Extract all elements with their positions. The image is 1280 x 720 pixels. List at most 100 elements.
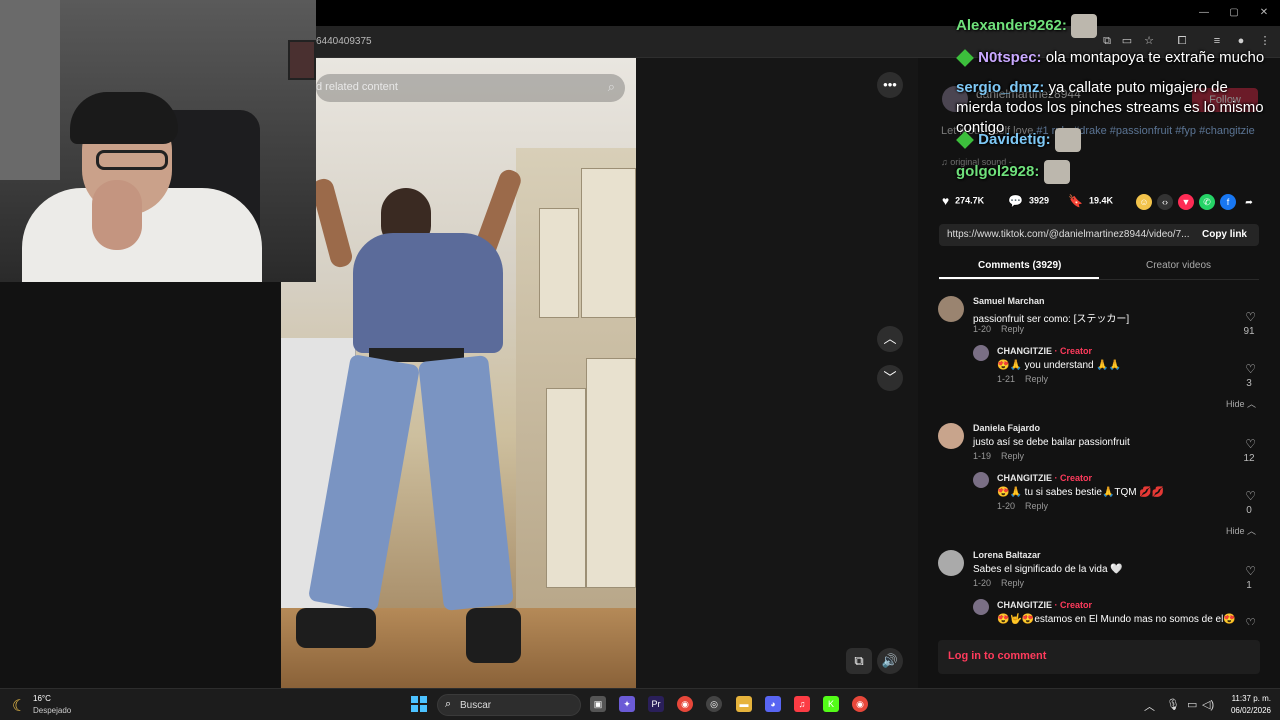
avatar[interactable] [938,423,964,449]
comment-author[interactable]: Lorena Baltazar [973,550,1041,560]
tab-comments[interactable]: Comments (3929) [978,260,1061,271]
music-icon[interactable]: ♫ [794,696,810,712]
dancer-shoe [296,608,376,648]
comment-item: Daniela Fajardo justo así se debe bailar… [938,417,1264,477]
heart-outline-icon[interactable]: ♡ [1245,489,1256,503]
avatar[interactable] [938,296,964,322]
chat-message: Alexander9262: [956,14,1276,38]
comment-text: 😍🤟😍estamos en El Mundo mas no somos de e… [997,614,1236,625]
heart-outline-icon[interactable]: ♡ [1245,437,1256,451]
windows-start-icon[interactable] [411,696,427,712]
login-to-comment-bar[interactable]: Log in to comment [938,640,1260,674]
comment-text: 😍🙏 tu si sabes bestie🙏TQM 💋💋 [997,487,1165,498]
heart-outline-icon[interactable]: ♡ [1245,362,1256,376]
address-url: 6440409375 [316,36,372,47]
network-icon[interactable]: ▭ [1187,698,1197,711]
login-to-comment-link[interactable]: Log in to comment [948,650,1046,662]
comment-like-count: 1 [1246,580,1252,591]
more-options-button[interactable]: ••• [877,72,903,98]
reply-button[interactable]: Reply [1001,324,1024,334]
clock-time[interactable]: 11:37 p. m. [1227,694,1271,703]
taskbar-search[interactable]: ⌕ Buscar [437,694,581,716]
chrome-icon[interactable]: ◉ [677,696,693,712]
discord-icon[interactable]: ◕ [765,696,781,712]
dancer-torso [353,233,503,353]
comment-icon: 💬 [1008,194,1023,208]
comment-author[interactable]: CHANGITZIE · Creator [997,346,1092,356]
next-video-button[interactable]: ﹀ [877,365,903,391]
pip-icon: ⧉ [854,653,864,668]
save-stat[interactable]: 🔖 19.4K [1068,194,1113,208]
facebook-icon[interactable]: f [1220,194,1236,210]
like-stat[interactable]: ♥ 274.7K [942,194,984,208]
share-arrow-icon[interactable]: ➦ [1241,194,1257,210]
avatar[interactable] [973,345,989,361]
kick-icon[interactable]: K [823,696,839,712]
tray-overflow-icon[interactable]: ︿ [1144,698,1155,714]
previous-video-button[interactable]: ︿ [877,326,903,352]
microphone-icon[interactable]: 🎙 [1166,698,1180,711]
chevron-up-icon: ︿ [883,331,897,346]
comment-text: passionfruit ser como: [ステッカー] [973,314,1130,325]
comment-like-count: 91 [1243,326,1255,337]
premiere-icon[interactable]: Pr [648,696,664,712]
heart-outline-icon[interactable]: ♡ [1245,564,1256,578]
whatsapp-icon[interactable]: ✆ [1199,194,1215,210]
comment-author[interactable]: Daniela Fajardo [973,423,1040,433]
chat-badge-icon [956,131,974,149]
weather-temperature[interactable]: 16°C [33,694,51,703]
obs-icon[interactable]: ◎ [706,696,722,712]
hide-replies-button[interactable]: Hide ︿ [1226,397,1256,410]
bookmark-icon: 🔖 [1068,194,1083,208]
volume-icon[interactable]: ◁) [1202,698,1214,711]
avatar[interactable] [938,550,964,576]
avatar[interactable] [973,472,989,488]
tab-creator-videos[interactable]: Creator videos [1146,260,1211,271]
comment-author[interactable]: CHANGITZIE · Creator [997,600,1092,610]
avatar[interactable] [973,599,989,615]
file-explorer-icon[interactable]: ▬ [736,696,752,712]
weather-condition[interactable]: Despejado [33,706,71,715]
comment-stat[interactable]: 💬 3929 [1008,194,1049,208]
author-name: CHANGITZIE [997,346,1052,356]
video-frame[interactable] [281,58,636,688]
cabinet [581,168,636,318]
embed-icon[interactable]: ‹› [1157,194,1173,210]
hide-label: Hide [1225,526,1245,536]
hide-replies-button[interactable]: Hide ︿ [1226,524,1256,537]
engagement-stats: ♥ 274.7K 💬 3929 🔖 19.4K ☺ ‹› ▼ ✆ f ➦ [940,192,1270,212]
chat-badge-icon [956,49,974,67]
copy-link-button[interactable]: Copy link [1202,229,1247,240]
video-url-text: https://www.tiktok.com/@danielmartinez89… [947,229,1190,240]
send-icon[interactable]: ▼ [1178,194,1194,210]
copy-link-box[interactable]: https://www.tiktok.com/@danielmartinez89… [939,224,1259,246]
reply-button[interactable]: Reply [1025,501,1048,511]
reply-item: CHANGITZIE · Creator 😍🤟😍estamos en El Mu… [938,596,1264,625]
comment-item: Samuel Marchan passionfruit ser como: [ス… [938,290,1264,350]
clock-date[interactable]: 06/02/2026 [1227,706,1271,715]
reply-button[interactable]: Reply [1001,451,1024,461]
chrome-profile-icon[interactable]: ◉ [852,696,868,712]
comment-author[interactable]: Samuel Marchan [973,296,1045,306]
comment-date: 1-21 [997,374,1016,384]
copilot-icon[interactable]: ✦ [619,696,635,712]
search-icon[interactable]: ⌕ [608,79,615,95]
coin-icon[interactable]: ☺ [1136,194,1152,210]
volume-button[interactable]: 🔊 [877,648,903,674]
webcam-overlay [0,0,316,282]
reply-button[interactable]: Reply [1025,374,1048,384]
comment-author[interactable]: CHANGITZIE · Creator [997,473,1092,483]
heart-outline-icon[interactable]: ♡ [1245,616,1256,625]
heart-outline-icon[interactable]: ♡ [1245,310,1256,324]
task-view-icon[interactable]: ▣ [590,696,606,712]
related-search-bar[interactable]: d related content ⌕ [316,74,625,102]
comment-like-count: 0 [1246,505,1252,516]
reply-button[interactable]: Reply [1001,578,1024,588]
comment-list: Samuel Marchan passionfruit ser como: [ス… [938,290,1264,625]
wall-frame [288,40,316,80]
screen: — ▢ ✕ 6440409375 ⧉ ▭ ☆ ⧠ ≡ ● ⋮ d related… [0,0,1280,720]
pip-button[interactable]: ⧉ [846,648,872,674]
author-name: CHANGITZIE [997,600,1052,610]
moon-weather-icon[interactable]: ☾ [12,696,26,716]
streamer-hair [70,92,178,144]
